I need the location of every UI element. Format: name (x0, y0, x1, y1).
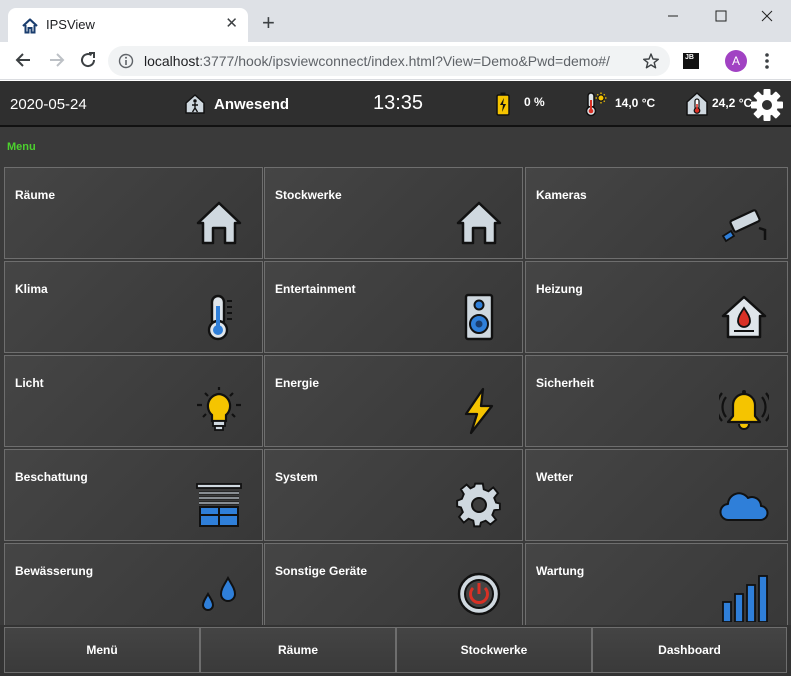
info-icon[interactable] (118, 53, 134, 69)
presence-house-icon (185, 94, 205, 114)
tile-wetter[interactable]: Wetter (525, 449, 788, 541)
maximize-icon[interactable] (706, 4, 736, 28)
status-time: 13:35 (373, 92, 424, 114)
tile-label: Beschattung (15, 470, 88, 484)
gear-icon (456, 482, 501, 528)
house-icon (196, 201, 242, 245)
home-icon (22, 18, 38, 34)
tile-system[interactable]: System (264, 449, 523, 541)
nav-stockwerke-button[interactable]: Stockwerke (396, 627, 592, 673)
tile-raeume[interactable]: Räume (4, 167, 263, 259)
jetbrains-extension-icon[interactable]: JB (683, 53, 699, 69)
tile-heizung[interactable]: Heizung (525, 261, 788, 353)
tile-sonstige-geraete[interactable]: Sonstige Geräte (264, 543, 523, 625)
bookmark-star-icon[interactable] (642, 52, 660, 70)
back-arrow-icon[interactable] (14, 50, 34, 70)
battery-icon (496, 92, 510, 116)
tile-klima[interactable]: Klima (4, 261, 263, 353)
outdoor-temperature: 14,0 °C (615, 96, 656, 110)
tile-label: System (275, 470, 318, 484)
lightning-icon (464, 387, 494, 435)
tile-label: Sicherheit (536, 376, 595, 390)
tile-licht[interactable]: Licht (4, 355, 263, 447)
tile-label: Energie (275, 376, 320, 390)
tab-close-icon[interactable]: ✕ (225, 15, 238, 33)
bottom-navigation: Menü Räume Stockwerke Dashboard (0, 625, 791, 676)
tile-label: Räume (15, 188, 56, 202)
tile-label: Heizung (536, 282, 583, 296)
url-path: :3777/hook/ipsviewconnect/index.html?Vie… (199, 53, 610, 69)
tile-label: Entertainment (275, 282, 356, 296)
forward-arrow-icon[interactable] (46, 50, 66, 70)
window-shade-icon (196, 483, 242, 527)
minimize-icon[interactable] (658, 4, 688, 28)
speaker-icon (464, 293, 494, 341)
menu-section-label: Menu (7, 141, 36, 153)
nav-menu-button[interactable]: Menü (4, 627, 200, 673)
thermometer-icon (207, 294, 232, 341)
signal-bars-icon (722, 575, 768, 622)
tile-label: Wetter (536, 470, 574, 484)
tile-energie[interactable]: Energie (264, 355, 523, 447)
tile-entertainment[interactable]: Entertainment (264, 261, 523, 353)
tile-label: Bewässerung (15, 564, 94, 578)
indoor-thermometer-icon (686, 92, 708, 116)
tile-wartung[interactable]: Wartung (525, 543, 788, 625)
alarm-bell-icon (719, 390, 769, 430)
tab-title: IPSView (46, 17, 95, 32)
tile-bewaesserung[interactable]: Bewässerung (4, 543, 263, 625)
tile-label: Wartung (536, 564, 585, 578)
kebab-menu-icon[interactable] (762, 52, 772, 70)
camera-icon (721, 209, 767, 243)
profile-avatar[interactable]: A (725, 50, 747, 72)
tile-kameras[interactable]: Kameras (525, 167, 788, 259)
tile-label: Kameras (536, 188, 587, 202)
menu-grid: Räume Stockwerke Kameras Klima Entertain… (4, 167, 788, 625)
tile-label: Stockwerke (275, 188, 342, 202)
house-icon (456, 201, 502, 245)
tile-sicherheit[interactable]: Sicherheit (525, 355, 788, 447)
new-tab-button[interactable]: + (262, 12, 275, 34)
status-bar: 2020-05-24 Anwesend 13:35 0 % 14,0 °C 24… (0, 81, 791, 127)
tile-label: Licht (15, 376, 44, 390)
status-date: 2020-05-24 (10, 96, 87, 113)
browser-toolbar: localhost:3777/hook/ipsviewconnect/index… (0, 42, 791, 80)
reload-icon[interactable] (78, 50, 98, 70)
tile-beschattung[interactable]: Beschattung (4, 449, 263, 541)
tile-label: Sonstige Geräte (275, 564, 368, 578)
settings-gear-icon[interactable] (750, 88, 784, 122)
nav-dashboard-button[interactable]: Dashboard (592, 627, 787, 673)
tile-stockwerke[interactable]: Stockwerke (264, 167, 523, 259)
power-button-icon (457, 572, 501, 616)
url-host: localhost (144, 53, 200, 69)
water-drops-icon (201, 575, 237, 611)
address-bar[interactable]: localhost:3777/hook/ipsviewconnect/index… (108, 46, 670, 76)
tile-label: Klima (15, 282, 48, 296)
nav-raeume-button[interactable]: Räume (200, 627, 396, 673)
url-text[interactable]: localhost:3777/hook/ipsviewconnect/index… (144, 53, 610, 69)
indoor-temperature: 24,2 °C (712, 96, 753, 110)
heating-house-icon (721, 295, 767, 339)
cloud-icon (719, 492, 769, 521)
outdoor-thermometer-icon (585, 92, 607, 117)
browser-tabstrip: IPSView ✕ + (0, 0, 791, 42)
battery-level: 0 % (524, 95, 545, 109)
ipsview-app: 2020-05-24 Anwesend 13:35 0 % 14,0 °C 24… (0, 81, 791, 676)
presence-status: Anwesend (214, 96, 290, 113)
lightbulb-icon (197, 387, 241, 431)
browser-tab[interactable]: IPSView ✕ (8, 8, 248, 42)
window-close-icon[interactable] (752, 4, 782, 28)
